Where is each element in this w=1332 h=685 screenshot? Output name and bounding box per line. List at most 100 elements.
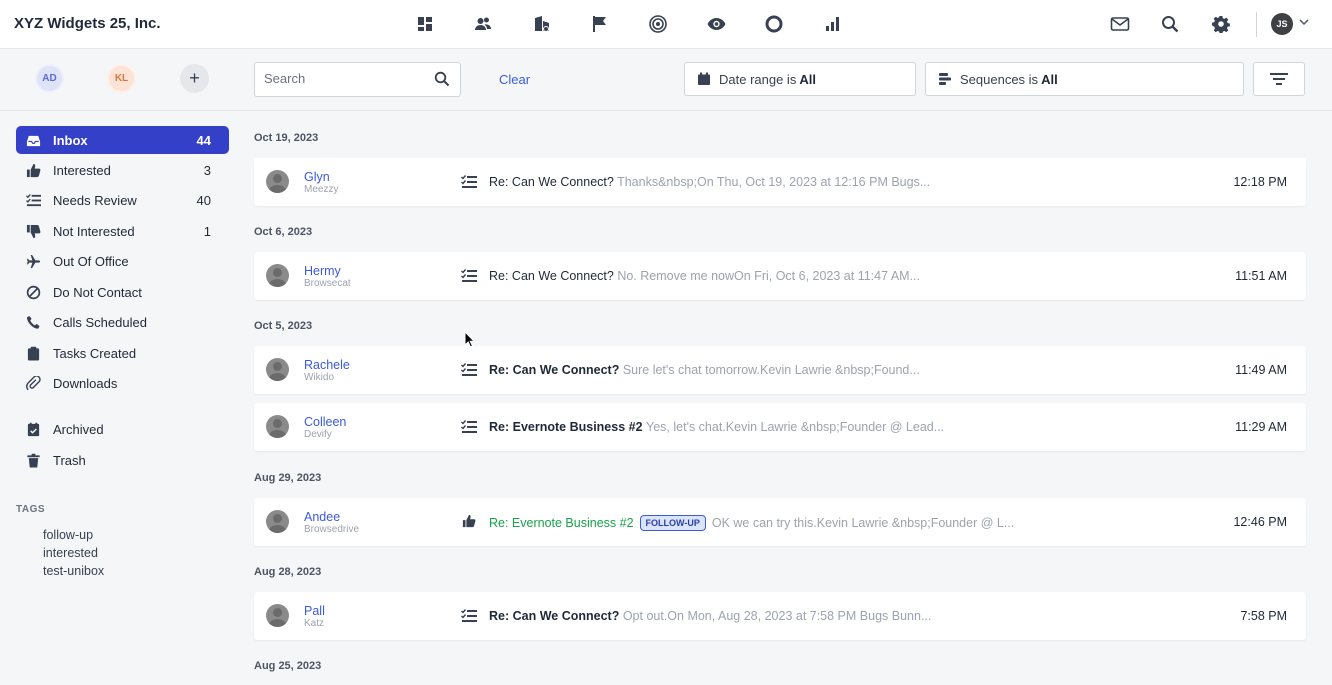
date-range-prefix: Date range is (719, 71, 797, 87)
user-avatar[interactable]: JS (1271, 13, 1293, 35)
brand-name: XYZ Widgets 25, Inc. (14, 15, 161, 32)
message-time: 7:58 PM (1240, 609, 1287, 623)
search-box (254, 62, 461, 97)
sender-company: Wikido (304, 372, 335, 383)
message-subject: Re: Evernote Business #2 FOLLOW-UP OK we c… (489, 515, 1014, 531)
date-header: Oct 5, 2023 (254, 320, 313, 332)
contacts-icon[interactable] (471, 12, 495, 36)
sender-name[interactable]: Glyn (304, 170, 330, 184)
sender-company: Meezzy (304, 184, 339, 195)
subject-text: Re: Can We Connect? (489, 269, 614, 283)
add-account-button[interactable]: + (180, 64, 209, 93)
sequences-value: All (1041, 71, 1058, 87)
search-icon[interactable] (434, 71, 450, 87)
target-icon[interactable] (646, 12, 670, 36)
subject-text: Re: Can We Connect? (489, 609, 620, 623)
sidebar-item-tasks-created[interactable]: Tasks Created (16, 339, 229, 367)
message-row[interactable]: Pall Katz Re: Can We Connect? Opt out.On… (254, 592, 1306, 640)
thumbs-down-icon (25, 223, 41, 239)
sender-name[interactable]: Colleen (304, 415, 346, 429)
calendar-icon (698, 72, 710, 85)
sidebar-item-out-of-office[interactable]: Out Of Office (16, 247, 229, 275)
message-subject: Re: Can We Connect? Sure let's chat tomo… (489, 363, 920, 377)
ban-icon (25, 284, 41, 300)
sidebar-item-inbox[interactable]: Inbox 44 (16, 126, 229, 154)
eye-icon[interactable] (704, 12, 728, 36)
sender-company: Browsedrive (304, 524, 360, 535)
message-subject: Re: Can We Connect? Thanks&nbsp;On Thu, … (489, 175, 930, 189)
list-check-icon (461, 420, 477, 433)
sidebar-item-count: 3 (203, 163, 211, 178)
message-time: 11:49 AM (1235, 363, 1287, 377)
message-row[interactable]: Rachele Wikido Re: Can We Connect? Sure … (254, 346, 1306, 394)
sidebar-item-count: 1 (203, 224, 211, 239)
sidebar-item-trash[interactable]: Trash (16, 446, 229, 474)
message-row[interactable]: Andee Browsedrive Re: Evernote Business … (254, 498, 1306, 546)
date-header: Aug 29, 2023 (254, 472, 322, 484)
message-preview: Yes, let's chat.Kevin Lawrie &nbsp;Found… (646, 420, 945, 434)
search-icon[interactable] (1158, 12, 1182, 36)
archive-icon (25, 421, 41, 437)
tag-follow-up[interactable]: follow-up (43, 528, 93, 542)
sidebar-item-label: Needs Review (53, 193, 137, 208)
sequences-filter[interactable]: Sequences is All (925, 62, 1244, 96)
sidebar-item-label: Interested (53, 163, 111, 178)
account-avatar-ad[interactable]: AD (35, 64, 64, 93)
bar-chart-icon[interactable] (820, 12, 844, 36)
sender-name[interactable]: Pall (304, 604, 325, 618)
date-range-filter[interactable]: Date range is All (684, 62, 916, 96)
flag-icon[interactable] (587, 12, 611, 36)
chevron-down-icon[interactable] (1298, 16, 1310, 28)
sender-name[interactable]: Hermy (304, 264, 341, 278)
sidebar-item-do-not-contact[interactable]: Do Not Contact (16, 278, 229, 306)
avatar (266, 415, 289, 438)
sidebar-item-label: Calls Scheduled (53, 315, 147, 330)
sidebar-item-calls-scheduled[interactable]: Calls Scheduled (16, 308, 229, 336)
sidebar: Inbox 44 Interested 3 Needs Review 40 No… (0, 112, 240, 685)
tag-test-unibox[interactable]: test-unibox (43, 564, 104, 578)
sidebar-item-label: Do Not Contact (53, 285, 142, 300)
clipboard-icon (25, 345, 41, 361)
top-bar: XYZ Widgets 25, Inc. JS (0, 0, 1332, 49)
sidebar-item-needs-review[interactable]: Needs Review 40 (16, 186, 229, 214)
sender-company: Katz (304, 618, 325, 629)
message-time: 12:18 PM (1233, 175, 1287, 189)
paperclip-icon (25, 375, 41, 391)
clear-button[interactable]: Clear (499, 72, 530, 87)
avatar (266, 264, 289, 287)
message-row[interactable]: Glyn Meezzy Re: Can We Connect? Thanks&n… (254, 158, 1306, 206)
circle-icon[interactable] (762, 12, 786, 36)
sidebar-item-count: 44 (196, 133, 211, 148)
inbox-icon (25, 132, 41, 148)
date-header: Aug 25, 2023 (254, 660, 322, 672)
avatar (266, 510, 289, 533)
message-time: 11:51 AM (1235, 269, 1287, 283)
sidebar-item-archived[interactable]: Archived (16, 415, 229, 443)
mail-icon[interactable] (1108, 12, 1132, 36)
avatar (266, 170, 289, 193)
sidebar-item-interested[interactable]: Interested 3 (16, 156, 229, 184)
thumbs-up-icon (462, 514, 476, 528)
subject-text: Re: Evernote Business #2 (489, 516, 634, 530)
sender-name[interactable]: Andee (304, 510, 340, 524)
list-check-icon (25, 192, 41, 208)
sequences-icon (939, 73, 951, 85)
gear-icon[interactable] (1209, 12, 1233, 36)
mouse-cursor-icon (464, 331, 476, 348)
message-row[interactable]: Hermy Browsecat Re: Can We Connect? No. … (254, 252, 1306, 300)
message-preview: OK we can try this.Kevin Lawrie &nbsp;Fo… (711, 516, 1015, 530)
sender-name[interactable]: Rachele (304, 358, 350, 372)
list-check-icon (461, 363, 477, 376)
filter-bar: AD KL + Clear Date range isAll Sequences… (0, 49, 1332, 111)
search-input[interactable] (264, 71, 429, 86)
tag-interested[interactable]: interested (43, 546, 98, 560)
message-row[interactable]: Colleen Devify Re: Evernote Business #2 … (254, 403, 1306, 451)
trash-icon (25, 452, 41, 468)
companies-icon[interactable] (530, 12, 554, 36)
sidebar-item-not-interested[interactable]: Not Interested 1 (16, 217, 229, 245)
sequences-prefix: Sequences is (960, 71, 1039, 87)
filter-settings-button[interactable] (1253, 62, 1305, 96)
sidebar-item-downloads[interactable]: Downloads (16, 369, 229, 397)
dashboard-icon[interactable] (413, 12, 437, 36)
account-avatar-kl[interactable]: KL (107, 64, 136, 93)
